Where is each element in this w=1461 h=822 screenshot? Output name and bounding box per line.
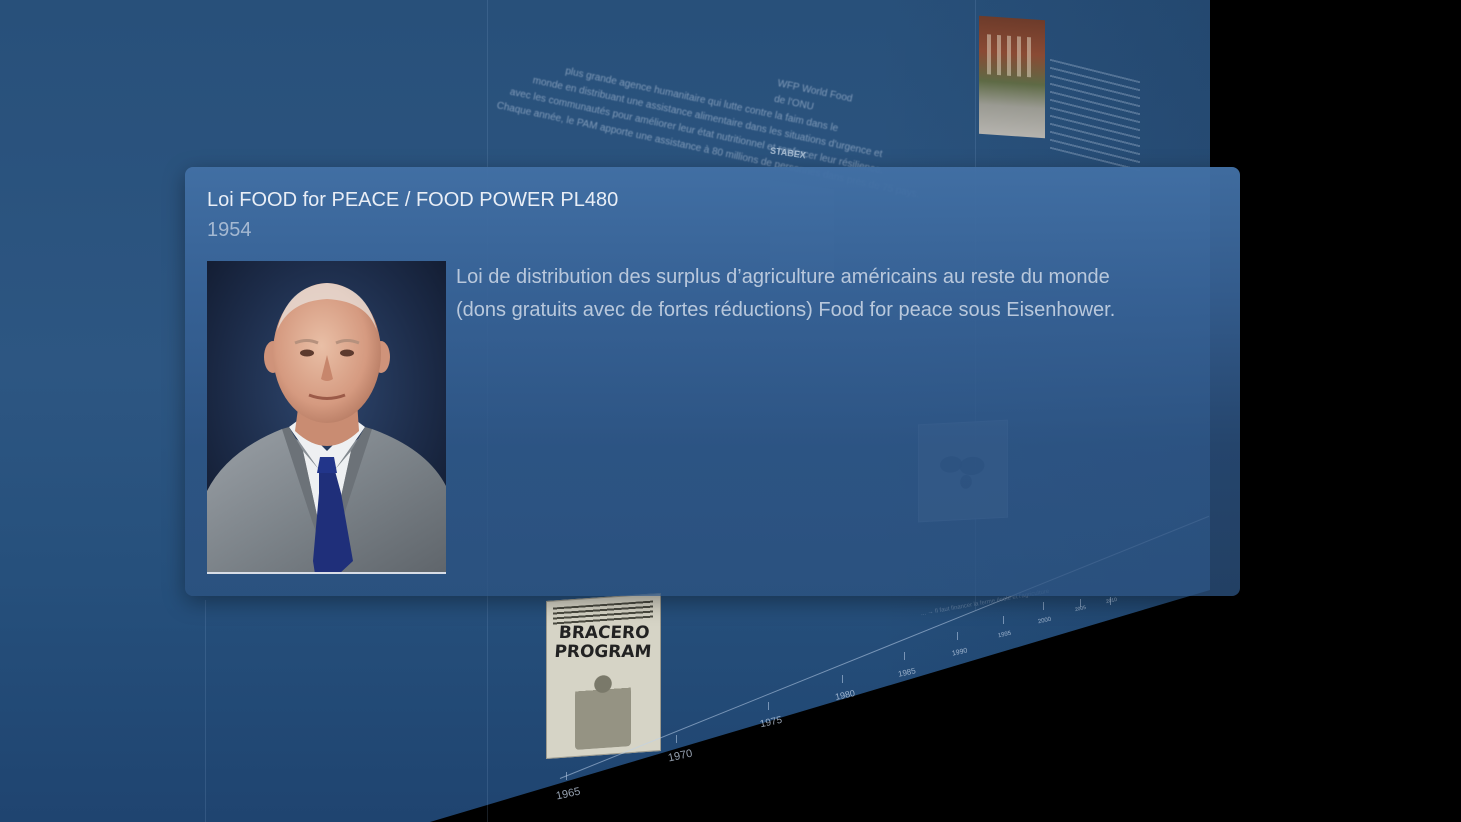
event-description-line: Loi de distribution des surplus d’agricu… [456, 266, 1110, 288]
axis-tick-mark [904, 652, 905, 660]
axis-tick-mark [957, 632, 958, 640]
poster-header-text [553, 600, 653, 626]
event-photo[interactable] [207, 261, 446, 574]
poster-title: BRACERO PROGRAM [553, 622, 653, 663]
axis-tick-mark [676, 735, 677, 743]
event-title: Loi FOOD for PEACE / FOOD POWER PL480 [207, 189, 619, 211]
event-detail-card[interactable]: Loi FOOD for PEACE / FOOD POWER PL480 19… [185, 167, 1240, 596]
timeline-divider [205, 600, 206, 822]
photo-bottom-border [207, 572, 446, 574]
axis-tick-mark [768, 702, 769, 710]
bracero-poster-thumbnail[interactable]: BRACERO PROGRAM [546, 592, 661, 760]
event-description: Loi de distribution des surplus d’agricu… [456, 261, 1216, 327]
event-description-line: (dons gratuits avec de fortes réductions… [456, 299, 1116, 321]
axis-tick-mark [566, 772, 567, 780]
axis-tick-label: 1965 [555, 785, 582, 803]
axis-tick-mark [1043, 602, 1044, 610]
event-year: 1954 [207, 219, 252, 241]
axis-tick-mark [842, 675, 843, 683]
axis-tick-mark [1003, 616, 1004, 624]
poster-figure [575, 668, 631, 750]
timeline-viewport: WFP World Food de l'ONU plus grande agen… [0, 0, 1461, 822]
portrait-illustration [207, 261, 446, 574]
building-thumbnail[interactable] [979, 15, 1045, 139]
